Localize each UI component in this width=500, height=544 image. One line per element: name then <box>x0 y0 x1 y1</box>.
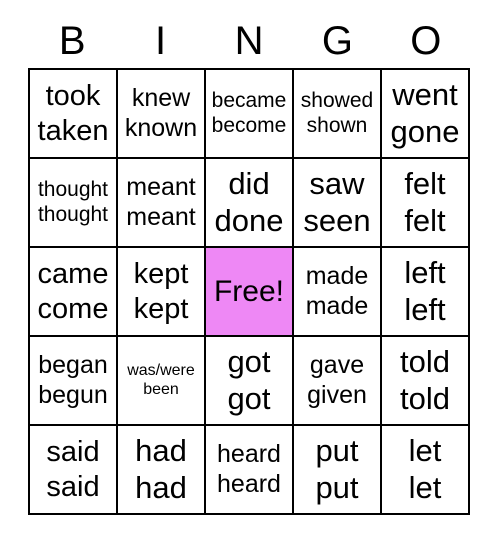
bingo-cell[interactable]: left left <box>382 248 470 337</box>
bingo-cell[interactable]: kept kept <box>118 248 206 337</box>
bingo-cell-line-1: began <box>38 351 108 379</box>
bingo-cell-line-1: put <box>315 432 359 468</box>
bingo-cell-line-1: kept <box>133 258 189 291</box>
bingo-cell[interactable]: felt felt <box>382 159 470 248</box>
bingo-row: said said had had heard heard put put let let <box>30 426 470 515</box>
bingo-cell-line-1: was/were <box>127 361 195 379</box>
bingo-cell[interactable]: gave given <box>294 337 382 426</box>
bingo-cell-line-1: said <box>46 436 100 469</box>
bingo-cell-line-2: heard <box>217 469 281 498</box>
bingo-cell-line-1: knew <box>131 84 191 112</box>
bingo-header-letter-b: B <box>58 19 86 63</box>
bingo-row: thought thought meant meant did done saw seen fe… <box>30 159 470 248</box>
bingo-cell-line-1: got <box>227 343 271 379</box>
bingo-row: took taken knew known became become showed show… <box>30 70 470 159</box>
bingo-cell-line-1: saw <box>309 165 365 201</box>
bingo-cell-line-2: had <box>135 469 187 505</box>
bingo-cell-line-2: told <box>400 380 450 416</box>
bingo-cell[interactable]: knew known <box>118 70 206 159</box>
bingo-cell[interactable]: had had <box>118 426 206 515</box>
bingo-cell-line-2: felt <box>404 202 446 238</box>
bingo-cell[interactable]: heard heard <box>206 426 294 515</box>
bingo-cell[interactable]: began begun <box>30 337 118 426</box>
bingo-cell[interactable]: did done <box>206 159 294 248</box>
bingo-free-space-cell[interactable]: Free! <box>206 248 294 337</box>
bingo-cell-line-1: heard <box>217 440 281 468</box>
bingo-cell-line-1: Free! <box>213 274 285 308</box>
bingo-cell-line-1: did <box>228 165 270 201</box>
bingo-cell-line-2: meant <box>126 202 196 231</box>
bingo-cell-line-2: become <box>211 113 287 137</box>
bingo-cell-line-1: felt <box>404 165 446 201</box>
bingo-cell-line-1: left <box>404 254 446 290</box>
bingo-cell[interactable]: saw seen <box>294 159 382 248</box>
bingo-cell[interactable]: went gone <box>382 70 470 159</box>
bingo-header-letter-g: G <box>321 19 353 63</box>
bingo-cell-line-1: let <box>408 432 442 468</box>
bingo-cell[interactable]: let let <box>382 426 470 515</box>
bingo-cell[interactable]: showed shown <box>294 70 382 159</box>
bingo-cell-line-2: got <box>227 380 271 416</box>
bingo-cell[interactable]: meant meant <box>118 159 206 248</box>
bingo-cell[interactable]: put put <box>294 426 382 515</box>
bingo-cell-line-2: kept <box>133 292 189 325</box>
bingo-header-letter-i: I <box>155 19 167 63</box>
bingo-cell-line-2: shown <box>306 113 368 137</box>
bingo-cell[interactable]: got got <box>206 337 294 426</box>
bingo-cell-line-2: thought <box>37 202 109 226</box>
bingo-cell-line-2: left <box>404 291 446 327</box>
bingo-header-letter-o: O <box>410 19 442 63</box>
bingo-cell[interactable]: said said <box>30 426 118 515</box>
bingo-cell-line-1: thought <box>37 177 109 201</box>
bingo-cell-line-2: given <box>307 380 367 409</box>
bingo-cell[interactable]: was/were been <box>118 337 206 426</box>
bingo-cell[interactable]: took taken <box>30 70 118 159</box>
bingo-cell-line-1: showed <box>300 88 374 112</box>
bingo-cell-line-1: took <box>45 80 101 113</box>
bingo-cell-line-1: went <box>392 76 458 112</box>
bingo-header: B I N G O <box>28 14 470 68</box>
bingo-cell-line-1: meant <box>126 173 196 201</box>
bingo-cell[interactable]: became become <box>206 70 294 159</box>
bingo-cell-line-2: put <box>315 469 359 505</box>
bingo-cell-line-2: known <box>124 113 198 142</box>
bingo-cell-line-2: let <box>408 469 442 505</box>
bingo-cell-line-1: became <box>211 88 287 112</box>
bingo-cell-line-2: begun <box>38 380 108 409</box>
bingo-cell-line-1: had <box>135 432 187 468</box>
bingo-cell-line-2: said <box>46 470 100 503</box>
bingo-cell-line-2: come <box>37 292 109 325</box>
bingo-cell-line-2: been <box>143 380 179 398</box>
bingo-cell[interactable]: told told <box>382 337 470 426</box>
bingo-cell[interactable]: made made <box>294 248 382 337</box>
bingo-cell-line-2: gone <box>390 113 460 149</box>
bingo-row: came come kept kept Free! made made left left <box>30 248 470 337</box>
bingo-cell-line-2: done <box>214 202 284 238</box>
bingo-cell[interactable]: came come <box>30 248 118 337</box>
bingo-cell-line-1: came <box>37 258 109 291</box>
bingo-cell-line-2: taken <box>37 114 109 147</box>
bingo-grid: took taken knew known became become showed show… <box>28 68 470 515</box>
bingo-cell-line-1: told <box>400 343 450 379</box>
bingo-header-letter-n: N <box>234 19 264 63</box>
bingo-card: B I N G O took taken knew known became become… <box>28 14 470 515</box>
bingo-cell-line-1: made <box>305 262 369 290</box>
bingo-row: began begun was/were been got got gave given tol… <box>30 337 470 426</box>
bingo-cell-line-2: seen <box>303 202 371 238</box>
bingo-cell-line-1: gave <box>309 351 365 379</box>
bingo-cell-line-2: made <box>305 291 369 320</box>
bingo-cell[interactable]: thought thought <box>30 159 118 248</box>
